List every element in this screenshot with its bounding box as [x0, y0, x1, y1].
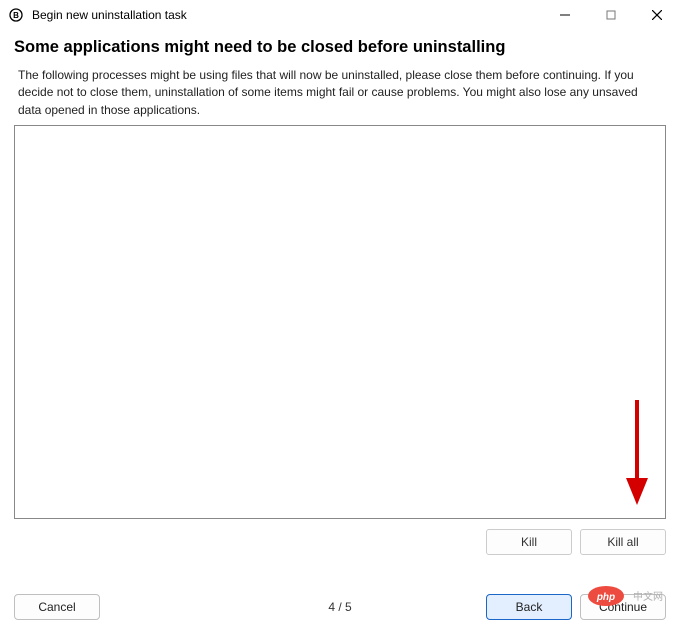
kill-button-row: Kill Kill all — [0, 519, 680, 555]
titlebar: B Begin new uninstallation task — [0, 0, 680, 30]
kill-all-button[interactable]: Kill all — [580, 529, 666, 555]
minimize-button[interactable] — [542, 0, 588, 30]
maximize-button[interactable] — [588, 0, 634, 30]
window-controls — [542, 0, 680, 30]
process-list[interactable] — [14, 125, 666, 519]
back-button[interactable]: Back — [486, 594, 572, 620]
continue-button[interactable]: Continue — [580, 594, 666, 620]
window-title: Begin new uninstallation task — [32, 8, 542, 22]
content-area: Some applications might need to be close… — [0, 30, 680, 519]
app-icon: B — [8, 7, 24, 23]
footer: Cancel 4 / 5 Back Continue — [14, 594, 666, 620]
step-indicator: 4 / 5 — [328, 600, 351, 614]
kill-button[interactable]: Kill — [486, 529, 572, 555]
close-button[interactable] — [634, 0, 680, 30]
svg-text:B: B — [13, 11, 19, 20]
cancel-button[interactable]: Cancel — [14, 594, 100, 620]
page-description: The following processes might be using f… — [18, 67, 662, 119]
page-heading: Some applications might need to be close… — [14, 38, 666, 57]
